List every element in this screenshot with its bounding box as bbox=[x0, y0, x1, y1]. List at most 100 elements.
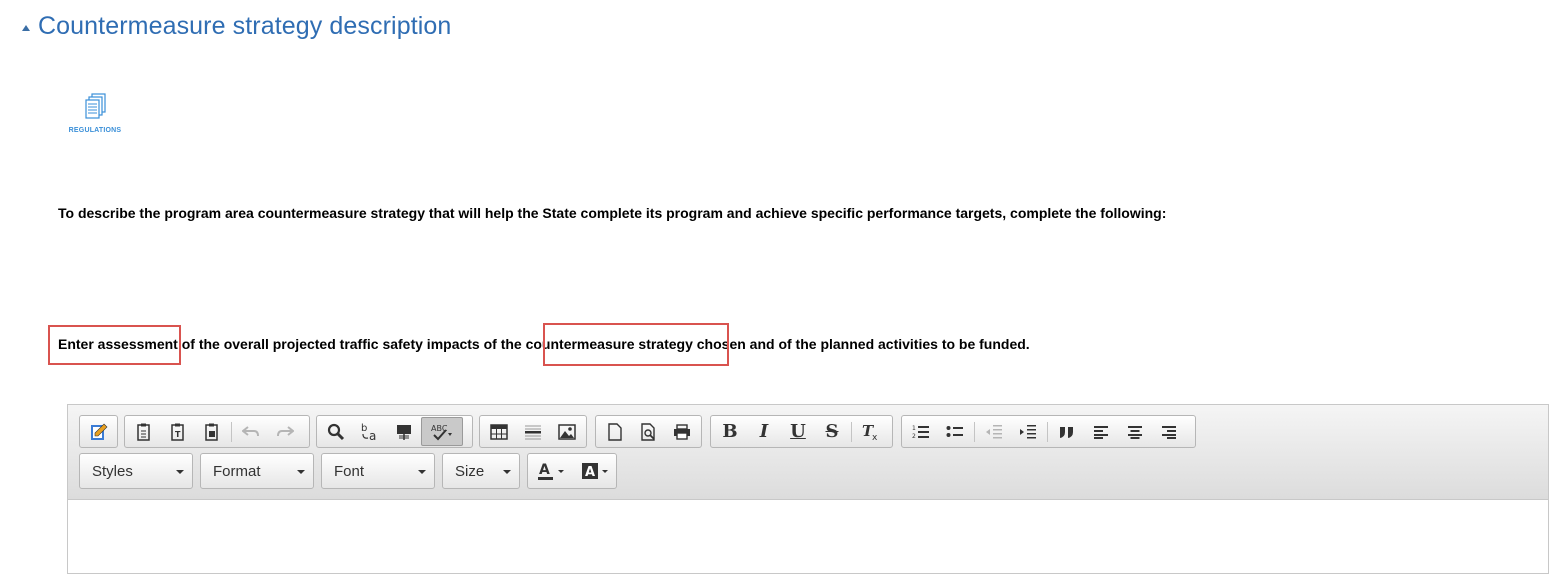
bulleted-list-icon bbox=[946, 425, 963, 437]
quote-icon bbox=[1060, 426, 1073, 438]
editor-content-area[interactable] bbox=[68, 500, 1548, 575]
replace-button[interactable]: ba bbox=[353, 417, 387, 446]
svg-text:1: 1 bbox=[912, 425, 916, 432]
bold-button[interactable]: B bbox=[713, 417, 747, 446]
svg-text:T: T bbox=[175, 430, 181, 439]
regulations-label: REGULATIONS bbox=[68, 127, 122, 134]
toolbar-separator bbox=[974, 421, 975, 442]
section-header[interactable]: Countermeasure strategy description bbox=[22, 12, 451, 41]
format-dropdown-label: Format bbox=[213, 462, 261, 480]
align-center-button[interactable] bbox=[1118, 417, 1152, 446]
svg-text:A: A bbox=[539, 462, 550, 478]
paste-text-button[interactable]: T bbox=[161, 417, 195, 446]
toolbar-separator bbox=[851, 421, 852, 442]
undo-button[interactable] bbox=[234, 417, 268, 446]
background-color-icon: A bbox=[581, 463, 598, 480]
chevron-down-icon bbox=[503, 470, 511, 474]
increase-indent-button[interactable] bbox=[1011, 417, 1045, 446]
redo-button[interactable] bbox=[268, 417, 302, 446]
toolbar-group-mode bbox=[79, 415, 118, 448]
toolbar-group-colors: A A bbox=[527, 453, 617, 489]
toolbar-group-editing: ba ABC bbox=[316, 415, 473, 448]
regulations-icon bbox=[85, 93, 106, 119]
svg-text:2: 2 bbox=[912, 433, 916, 440]
toolbar-separator bbox=[1047, 421, 1048, 442]
preview-icon bbox=[640, 422, 655, 441]
table-icon bbox=[490, 423, 508, 440]
spellcheck-button[interactable]: ABC bbox=[421, 417, 463, 446]
align-left-icon bbox=[1094, 425, 1108, 439]
align-left-button[interactable] bbox=[1084, 417, 1118, 446]
text-color-icon: A bbox=[537, 462, 553, 480]
svg-text:a: a bbox=[369, 429, 376, 442]
align-right-button[interactable] bbox=[1152, 417, 1186, 446]
table-button[interactable] bbox=[482, 417, 516, 446]
styles-dropdown-label: Styles bbox=[92, 462, 133, 480]
toolbar-group-basic-styles: B I U S Tx bbox=[710, 415, 893, 448]
find-button[interactable] bbox=[319, 417, 353, 446]
print-icon bbox=[674, 423, 691, 440]
editor-toolbar: T ba ABC B I U S T x 1 2 Styles Format F… bbox=[68, 405, 1548, 500]
clipboard-icon bbox=[137, 423, 150, 441]
font-dropdown[interactable]: Font bbox=[321, 453, 435, 489]
italic-button[interactable]: I bbox=[747, 417, 781, 446]
paste-word-button[interactable] bbox=[195, 417, 229, 446]
svg-text:b: b bbox=[361, 423, 367, 434]
svg-text:A: A bbox=[585, 465, 595, 480]
numbered-list-button[interactable]: 12 bbox=[904, 417, 938, 446]
chevron-down-icon bbox=[557, 469, 564, 473]
size-dropdown-label: Size bbox=[455, 462, 485, 480]
toolbar-group-clipboard: T bbox=[124, 415, 310, 448]
spellcheck-icon: ABC bbox=[431, 424, 452, 440]
highlight-box-countermeasure-strategy bbox=[543, 323, 729, 366]
chevron-down-icon bbox=[601, 469, 608, 473]
image-button[interactable] bbox=[550, 417, 584, 446]
remove-format-button[interactable]: Tx bbox=[854, 417, 888, 446]
toolbar-group-paragraph: 12 bbox=[901, 415, 1196, 448]
search-icon bbox=[327, 423, 345, 440]
redo-icon bbox=[277, 425, 294, 436]
remove-format-icon: Tx bbox=[862, 423, 878, 441]
undo-icon bbox=[242, 425, 259, 436]
numbered-list-icon: 12 bbox=[912, 425, 929, 440]
instruction-text: To describe the program area countermeas… bbox=[58, 205, 1167, 221]
toolbar-group-document bbox=[595, 415, 702, 448]
outdent-icon bbox=[986, 424, 1002, 438]
horizontal-line-icon bbox=[525, 425, 541, 439]
print-button[interactable] bbox=[665, 417, 699, 446]
toolbar-group-insert bbox=[479, 415, 587, 448]
chevron-down-icon bbox=[297, 470, 305, 474]
align-center-icon bbox=[1128, 425, 1142, 439]
image-icon bbox=[558, 423, 576, 440]
edit-pencil-icon bbox=[90, 423, 107, 440]
replace-icon: ba bbox=[361, 423, 376, 442]
new-page-button[interactable] bbox=[598, 417, 632, 446]
text-color-button[interactable]: A bbox=[528, 456, 572, 486]
chevron-down-icon bbox=[418, 470, 426, 474]
decrease-indent-button[interactable] bbox=[977, 417, 1011, 446]
styles-dropdown[interactable]: Styles bbox=[79, 453, 193, 489]
blockquote-button[interactable] bbox=[1050, 417, 1084, 446]
background-color-button[interactable]: A bbox=[572, 456, 616, 486]
highlight-box-enter-assessment bbox=[48, 325, 181, 365]
chevron-down-icon bbox=[176, 470, 184, 474]
paste-button[interactable] bbox=[127, 417, 161, 446]
regulations-link[interactable]: REGULATIONS bbox=[68, 93, 122, 134]
size-dropdown[interactable]: Size bbox=[442, 453, 520, 489]
collapse-arrow-icon[interactable] bbox=[22, 24, 30, 31]
select-all-button[interactable] bbox=[387, 417, 421, 446]
strikethrough-button[interactable]: S bbox=[815, 417, 849, 446]
rich-text-editor: T ba ABC B I U S T x 1 2 Styles Format F… bbox=[67, 404, 1549, 574]
horizontal-line-button[interactable] bbox=[516, 417, 550, 446]
font-dropdown-label: Font bbox=[334, 462, 365, 480]
svg-text:x: x bbox=[872, 433, 878, 441]
edit-source-button[interactable] bbox=[82, 417, 115, 446]
preview-button[interactable] bbox=[632, 417, 666, 446]
bulleted-list-button[interactable] bbox=[938, 417, 972, 446]
paste-text-icon: T bbox=[171, 423, 184, 441]
select-all-icon bbox=[397, 424, 411, 440]
new-page-icon bbox=[608, 422, 622, 441]
format-dropdown[interactable]: Format bbox=[200, 453, 314, 489]
toolbar-separator bbox=[231, 421, 232, 442]
underline-button[interactable]: U bbox=[781, 417, 815, 446]
